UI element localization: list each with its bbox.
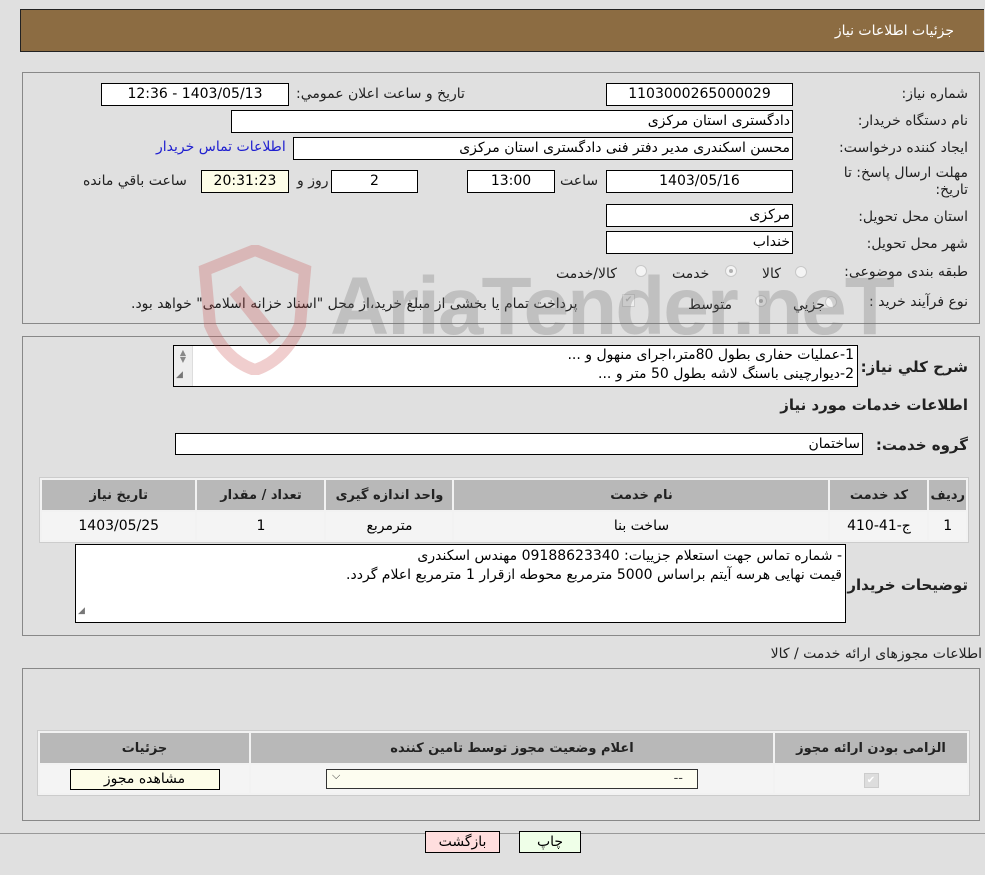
resize-grip-icon[interactable]: ◢ — [78, 602, 85, 621]
col-unit: واحد اندازه گیری — [326, 480, 453, 510]
buyer-notes-textarea[interactable]: - شماره تماس جهت استعلام جزییات: 0918862… — [75, 544, 846, 623]
treasury-checkbox[interactable]: ✔ — [622, 294, 635, 307]
days-label: روز و — [297, 173, 329, 189]
chevron-down-icon: ⌵ — [332, 769, 341, 782]
col-permit-details: جزئیات — [40, 733, 249, 763]
permit-required-checkbox[interactable]: ✔ — [863, 772, 879, 788]
print-button[interactable]: چاپ — [519, 831, 581, 853]
announce-date-label: تاریخ و ساعت اعلان عمومي: — [296, 86, 465, 102]
process-radio-medium[interactable] — [755, 295, 767, 307]
category-radio-goods[interactable] — [795, 266, 807, 278]
services-table-header-row: ردیف کد خدمت نام خدمت واحد اندازه گیری ت… — [42, 480, 966, 510]
buyer-org-label: نام دستگاه خریدار: — [857, 113, 968, 129]
col-permit-status: اعلام وضعیت مجوز توسط تامین کننده — [251, 733, 773, 763]
service-group-field: ساختمان — [175, 433, 863, 455]
cell-permit-details: مشاهده مجوز — [40, 765, 249, 793]
need-number-field: 1103000265000029 — [606, 83, 793, 106]
process-radio-minor[interactable] — [825, 296, 837, 308]
days-remaining-field: 2 — [331, 170, 418, 193]
deadline-time-label: ساعت — [560, 173, 599, 189]
permit-status-value: -- — [673, 771, 683, 786]
creator-label: ایجاد کننده درخواست: — [839, 140, 968, 156]
col-service-code: کد خدمت — [830, 480, 928, 510]
table-row: 1 ج-41-410 ساخت بنا مترمربع 1 1403/05/25 — [42, 512, 966, 540]
resize-grip-icon[interactable]: ◢ — [176, 366, 183, 385]
permit-status-select[interactable]: -- ⌵ — [326, 769, 698, 789]
col-row-number: ردیف — [929, 480, 966, 510]
view-permit-button[interactable]: مشاهده مجوز — [69, 768, 220, 790]
buyer-notes-line-1: - شماره تماس جهت استعلام جزییات: 0918862… — [417, 548, 842, 564]
cell-service-name: ساخت بنا — [454, 512, 829, 540]
cell-permit-required: ✔ — [775, 765, 967, 793]
cell-quantity: 1 — [197, 512, 325, 540]
service-group-label: گروه خدمت: — [875, 436, 968, 454]
cell-row-number: 1 — [929, 512, 966, 540]
category-radio-goods-service[interactable] — [635, 265, 647, 277]
category-radio-service[interactable] — [725, 265, 737, 277]
table-row: ✔ -- ⌵ مشاهده مجوز — [40, 765, 967, 793]
deadline-date-field: 1403/05/16 — [606, 170, 793, 193]
cell-permit-status: -- ⌵ — [251, 765, 773, 793]
buyer-notes-line-2: قیمت نهایی هرسه آیتم براساس 5000 مترمربع… — [346, 567, 842, 583]
need-number-label: شماره نیاز: — [901, 86, 969, 102]
cell-need-date: 1403/05/25 — [42, 512, 196, 540]
permits-table-header-row: الزامی بودن ارائه مجوز اعلام وضعیت مجوز … — [40, 733, 967, 763]
page-title: جزئیات اطلاعات نیاز — [834, 23, 954, 39]
creator-field: محسن اسکندری مدیر دفتر فنی دادگستری استا… — [293, 137, 793, 160]
summary-line-2: 2-دیوارچینی باسنگ لاشه بطول 50 متر و ... — [598, 366, 854, 382]
category-option-service: خدمت — [672, 266, 710, 282]
province-field: مرکزی — [606, 204, 793, 227]
process-label: نوع فرآیند خرید : — [869, 294, 968, 310]
summary-textarea[interactable]: 1-عملیات حفاری بطول 80متر،اجرای منهول و … — [173, 345, 858, 387]
buyer-org-field: دادگستری استان مرکزی — [231, 110, 793, 133]
city-field: خنداب — [606, 231, 793, 254]
summary-line-1: 1-عملیات حفاری بطول 80متر،اجرای منهول و … — [567, 347, 854, 363]
category-option-goods: کالا — [762, 266, 781, 282]
col-service-name: نام خدمت — [454, 480, 829, 510]
col-need-date: تاریخ نیاز — [42, 480, 196, 510]
category-label: طبقه بندی موضوعی: — [844, 264, 968, 280]
buyer-contact-link[interactable]: اطلاعات تماس خریدار — [156, 139, 286, 155]
remaining-time-label: ساعت باقي مانده — [83, 173, 187, 189]
col-permit-required: الزامی بودن ارائه مجوز — [775, 733, 967, 763]
buyer-notes-label: توضیحات خریدار: — [841, 576, 968, 594]
city-label: شهر محل تحویل: — [866, 236, 968, 252]
category-option-goods-service: کالا/خدمت — [556, 266, 617, 282]
col-quantity: تعداد / مقدار — [197, 480, 325, 510]
process-option-medium: متوسط — [688, 297, 732, 313]
treasury-label: پرداخت تمام یا بخشی از مبلغ خرید،از محل … — [131, 296, 578, 312]
page-header: جزئیات اطلاعات نیاز — [20, 9, 984, 52]
permits-heading: اطلاعات مجوزهای ارائه خدمت / کالا — [770, 646, 982, 662]
summary-label: شرح کلي نیاز: — [860, 358, 968, 376]
scroll-arrows-icon: ▲ ▼ — [179, 348, 187, 364]
services-table: ردیف کد خدمت نام خدمت واحد اندازه گیری ت… — [39, 477, 969, 543]
process-option-minor: جزيي — [793, 297, 825, 313]
deadline-time-field: 13:00 — [467, 170, 555, 193]
back-button[interactable]: بازگشت — [425, 831, 500, 853]
cell-service-code: ج-41-410 — [830, 512, 928, 540]
services-heading: اطلاعات خدمات مورد نیاز — [780, 396, 968, 414]
province-label: استان محل تحویل: — [858, 209, 968, 225]
announce-date-field: 1403/05/13 - 12:36 — [101, 83, 289, 106]
cell-unit: مترمربع — [326, 512, 453, 540]
deadline-label-line2: تاریخ: — [935, 182, 968, 198]
deadline-label-line1: مهلت ارسال پاسخ: تا — [843, 165, 968, 181]
permits-table: الزامی بودن ارائه مجوز اعلام وضعیت مجوز … — [37, 730, 970, 796]
remaining-time-field: 20:31:23 — [201, 170, 289, 193]
